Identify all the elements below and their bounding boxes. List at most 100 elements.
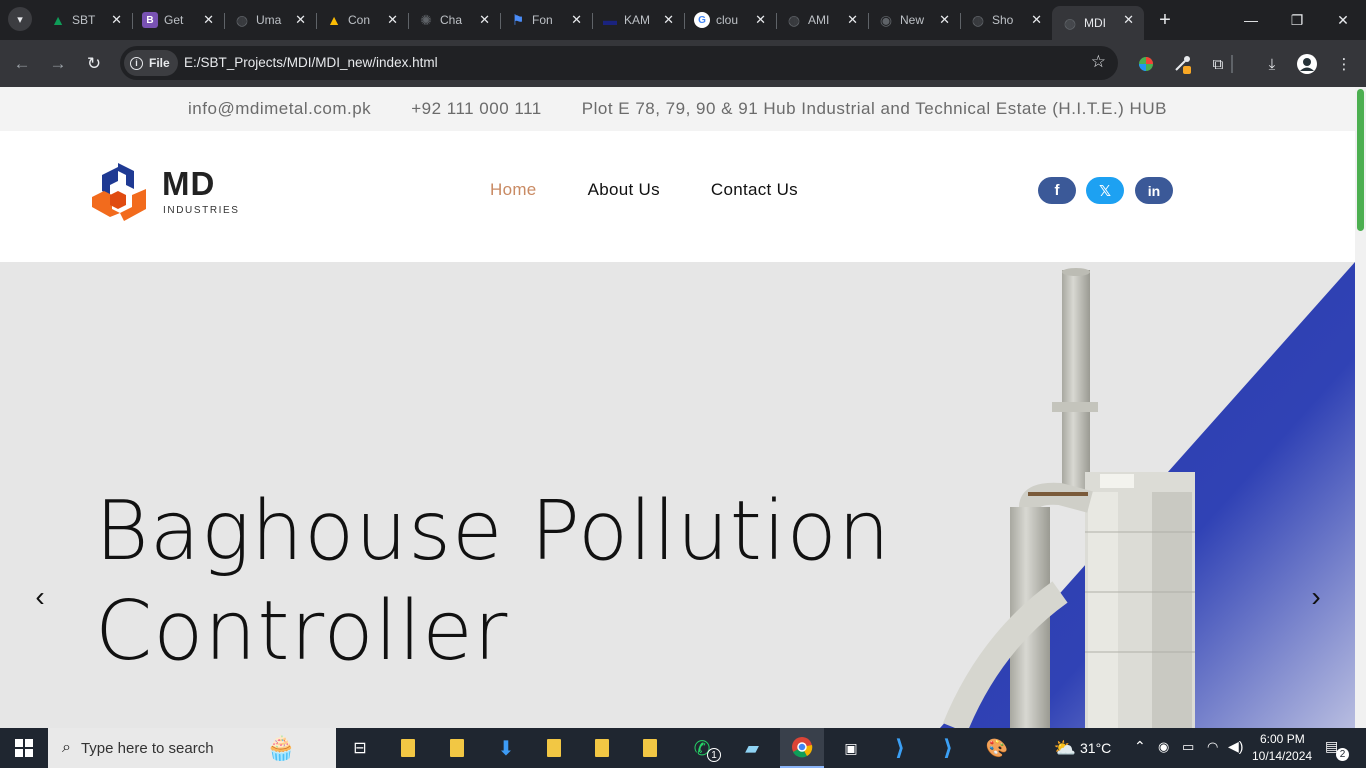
close-tab-icon[interactable]: ✕: [755, 12, 766, 28]
extension-color-icon[interactable]: [1135, 53, 1157, 75]
site-logo[interactable]: MD INDUSTRIES: [90, 161, 240, 225]
close-tab-icon[interactable]: ✕: [571, 12, 582, 28]
browser-tab-bar: ▾ ▲ SBT ✕ B Get ✕ ◍ Uma ✕ ▲ Con ✕ ✺ Cha ✕ ⚑ Fon ✕ ▬ KAM ✕ Gcl…: [0, 0, 1366, 40]
paint-icon[interactable]: 🎨: [975, 728, 1019, 768]
close-window-button[interactable]: ✕: [1320, 0, 1366, 40]
browser-tab[interactable]: ⚑ Fon ✕: [500, 6, 592, 34]
windows-start-icon[interactable]: [2, 728, 46, 768]
tab-search-button[interactable]: ▾: [8, 7, 32, 31]
folder-icon[interactable]: [580, 728, 624, 768]
new-tab-button[interactable]: +: [1150, 6, 1180, 34]
taskbar-search-input[interactable]: ⌕ Type here to search 🧁: [48, 728, 336, 768]
nav-home[interactable]: Home: [490, 180, 537, 200]
volume-icon[interactable]: ◀): [1228, 738, 1243, 755]
folder-icon[interactable]: [435, 728, 479, 768]
hero-title-line1: Baghouse Pollution: [95, 484, 891, 579]
weather-temp[interactable]: 31°C: [1080, 740, 1111, 756]
tray-chevron-icon[interactable]: ⌃: [1134, 738, 1146, 755]
twitter-x-icon[interactable]: 𝕏: [1086, 177, 1124, 204]
logo-mark-icon: [92, 163, 146, 221]
browser-tab[interactable]: ◍ Sho ✕: [960, 6, 1052, 34]
browser-menu-icon[interactable]: ⋮: [1333, 53, 1355, 75]
clock-time[interactable]: 6:00 PM: [1260, 732, 1305, 746]
folder-icon[interactable]: [532, 728, 576, 768]
close-tab-icon[interactable]: ✕: [387, 12, 398, 28]
extensions-puzzle-icon[interactable]: ⧉: [1207, 53, 1229, 75]
browser-tab[interactable]: ✺ Cha ✕: [408, 6, 500, 34]
taskbar-search-placeholder: Type here to search: [80, 739, 214, 757]
task-view-icon[interactable]: ⊟: [338, 728, 382, 768]
browser-tab[interactable]: ▲ SBT ✕: [40, 6, 132, 34]
battery-icon[interactable]: ▭: [1182, 739, 1194, 755]
minimize-button[interactable]: —: [1228, 0, 1274, 40]
globe-icon: ◍: [1063, 14, 1077, 31]
globe-icon: ◍: [235, 11, 249, 28]
meet-now-icon[interactable]: ◉: [1158, 739, 1169, 755]
tab-title: Cha: [440, 13, 463, 27]
bookmark-star-icon[interactable]: ☆: [1091, 52, 1106, 72]
reload-button[interactable]: ↻: [82, 52, 106, 76]
close-tab-icon[interactable]: ✕: [479, 12, 490, 28]
kam-icon: ▬: [603, 12, 617, 28]
close-tab-icon[interactable]: ✕: [1031, 12, 1042, 28]
address-bar[interactable]: i File E:/SBT_Projects/MDI/MDI_new/index…: [120, 46, 1118, 80]
whatsapp-icon[interactable]: ✆ 1: [680, 728, 724, 768]
vscode-icon[interactable]: ⟩: [878, 728, 922, 768]
browser-tab[interactable]: ▲ Con ✕: [316, 6, 408, 34]
file-explorer-icon[interactable]: [386, 728, 430, 768]
contact-top-bar: info@mdimetal.com.pk +92 111 000 111 Plo…: [0, 87, 1355, 131]
whatsapp-badge: 1: [707, 748, 721, 762]
restore-button[interactable]: ❐: [1274, 0, 1320, 40]
chrome-icon: ◉: [879, 11, 893, 28]
nav-about-us[interactable]: About Us: [588, 180, 660, 200]
download-arrow-icon[interactable]: ⬇: [484, 728, 528, 768]
browser-tab[interactable]: B Get ✕: [132, 6, 224, 34]
close-tab-icon[interactable]: ✕: [939, 12, 950, 28]
contact-address: Plot E 78, 79, 90 & 91 Hub Industrial an…: [581, 99, 1167, 118]
linkedin-icon[interactable]: in: [1135, 177, 1173, 204]
globe-icon: ◍: [787, 11, 801, 28]
close-tab-icon[interactable]: ✕: [1123, 12, 1134, 28]
forward-button[interactable]: →: [46, 52, 70, 76]
eyedropper-extension-icon[interactable]: [1172, 53, 1194, 75]
browser-tab[interactable]: ◉ New ✕: [868, 6, 960, 34]
facebook-icon[interactable]: f: [1038, 177, 1076, 204]
downloads-icon[interactable]: ⤓: [1261, 53, 1283, 75]
page-scrollbar[interactable]: [1355, 87, 1366, 728]
clock-date[interactable]: 10/14/2024: [1252, 749, 1312, 763]
browser-tab[interactable]: ◍ MDI ✕: [1052, 6, 1144, 40]
wifi-icon[interactable]: ◠: [1207, 739, 1218, 755]
flag-icon: ⚑: [511, 11, 525, 28]
toolbar-divider: [1231, 55, 1233, 73]
close-tab-icon[interactable]: ✕: [111, 12, 122, 28]
browser-tab[interactable]: Gclou ✕: [684, 6, 776, 34]
folder-icon[interactable]: [628, 728, 672, 768]
hero-title: Baghouse Pollution Controller: [95, 482, 891, 682]
site-info-chip[interactable]: i File: [124, 50, 178, 76]
contact-email[interactable]: info@mdimetal.com.pk: [188, 99, 371, 119]
google-ads-icon: ▲: [327, 12, 341, 28]
vscode-icon[interactable]: ⟩: [926, 728, 970, 768]
contact-phone[interactable]: +92 111 000 111: [411, 99, 542, 119]
profile-avatar[interactable]: [1296, 53, 1318, 75]
tab-title: Uma: [256, 13, 282, 27]
close-tab-icon[interactable]: ✕: [663, 12, 674, 28]
nav-contact-us[interactable]: Contact Us: [711, 180, 798, 200]
close-tab-icon[interactable]: ✕: [847, 12, 858, 28]
slider-prev-arrow-icon[interactable]: ‹: [30, 581, 50, 612]
globe-icon: ◍: [971, 11, 985, 28]
tab-title: SBT: [72, 13, 96, 27]
scrollbar-thumb[interactable]: [1357, 89, 1364, 231]
browser-tab[interactable]: ▬ KAM ✕: [592, 6, 684, 34]
url-text[interactable]: E:/SBT_Projects/MDI/MDI_new/index.html: [184, 55, 438, 70]
close-tab-icon[interactable]: ✕: [203, 12, 214, 28]
close-tab-icon[interactable]: ✕: [295, 12, 306, 28]
notepad-icon[interactable]: ▰: [730, 728, 774, 768]
browser-tab[interactable]: ◍ Uma ✕: [224, 6, 316, 34]
browser-tab[interactable]: ◍ AMI ✕: [776, 6, 868, 34]
terminal-icon[interactable]: ▣: [829, 728, 873, 768]
logo-subtitle: INDUSTRIES: [163, 205, 240, 216]
chrome-taskbar-icon[interactable]: [780, 728, 824, 768]
slider-next-arrow-icon[interactable]: ›: [1306, 581, 1326, 612]
back-button[interactable]: ←: [10, 52, 34, 76]
